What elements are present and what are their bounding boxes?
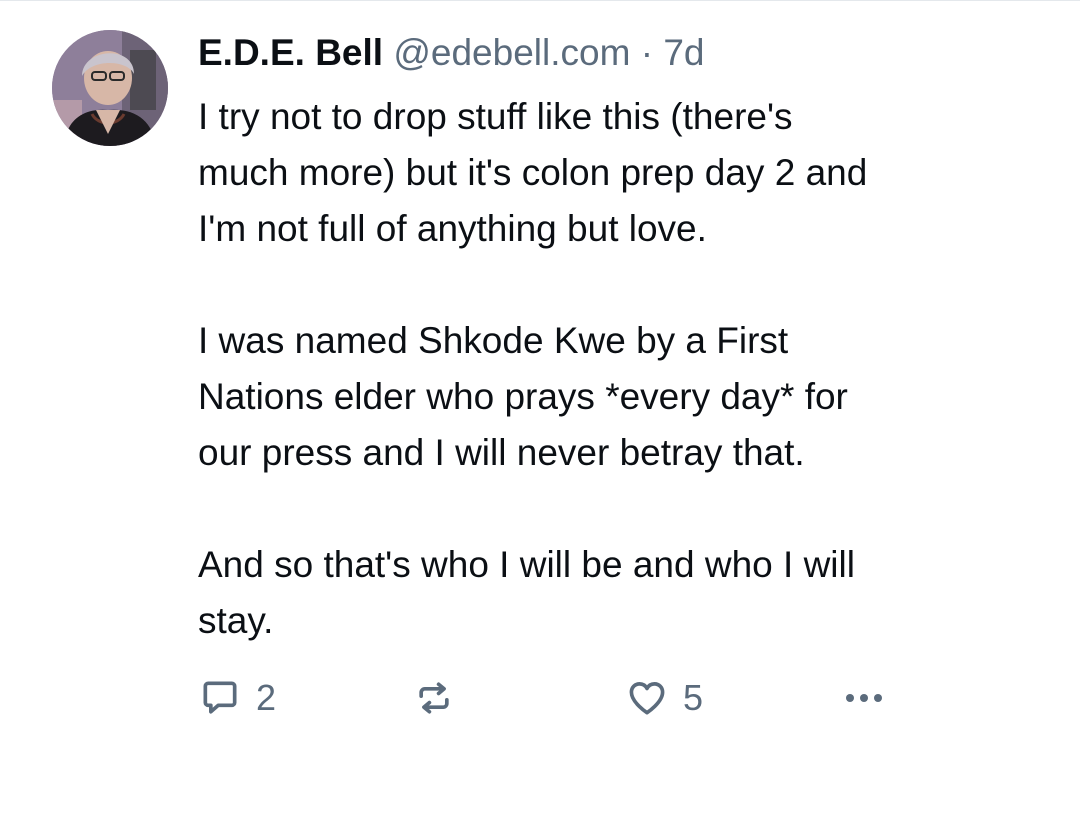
post-paragraph: I try not to drop stuff like this (there… [198, 89, 1038, 257]
more-dots-icon [846, 694, 882, 702]
post[interactable]: E.D.E. Bell @edebell.com · 7d I try not … [0, 0, 1080, 836]
author-handle[interactable]: @edebell.com [393, 32, 630, 73]
repost-icon [419, 682, 449, 714]
post-text-line: Nations elder who prays *every day* for [198, 376, 848, 417]
more-options-button[interactable] [838, 672, 890, 724]
post-text-line: I'm not full of anything but love. [198, 208, 707, 249]
post-text-line: our press and I will never betray that. [198, 432, 805, 473]
post-text-line: I was named Shkode Kwe by a First [198, 320, 789, 361]
avatar[interactable] [52, 30, 168, 146]
post-timestamp[interactable]: 7d [663, 32, 704, 73]
reply-count: 2 [256, 677, 277, 718]
like-button[interactable]: 5 [625, 672, 703, 724]
post-text-line: much more) but it's colon prep day 2 and [198, 152, 868, 193]
post-paragraph: I was named Shkode Kwe by a First Nation… [198, 313, 1038, 481]
avatar-image [52, 30, 168, 146]
author-display-name[interactable]: E.D.E. Bell [198, 32, 383, 73]
repost-button[interactable] [412, 672, 456, 724]
post-header: E.D.E. Bell @edebell.com · 7d [198, 30, 704, 76]
post-actions: 2 5 [198, 672, 1038, 724]
reply-icon [203, 681, 237, 714]
post-body: I try not to drop stuff like this (there… [198, 89, 1038, 649]
like-count: 5 [683, 677, 704, 718]
post-text-line: stay. [198, 600, 274, 641]
post-text-line: I try not to drop stuff like this (there… [198, 96, 793, 137]
reply-button[interactable]: 2 [198, 672, 276, 724]
header-separator: · [640, 32, 654, 73]
heart-icon [629, 682, 665, 715]
post-text-line: And so that's who I will be and who I wi… [198, 544, 855, 585]
post-paragraph: And so that's who I will be and who I wi… [198, 537, 1038, 649]
